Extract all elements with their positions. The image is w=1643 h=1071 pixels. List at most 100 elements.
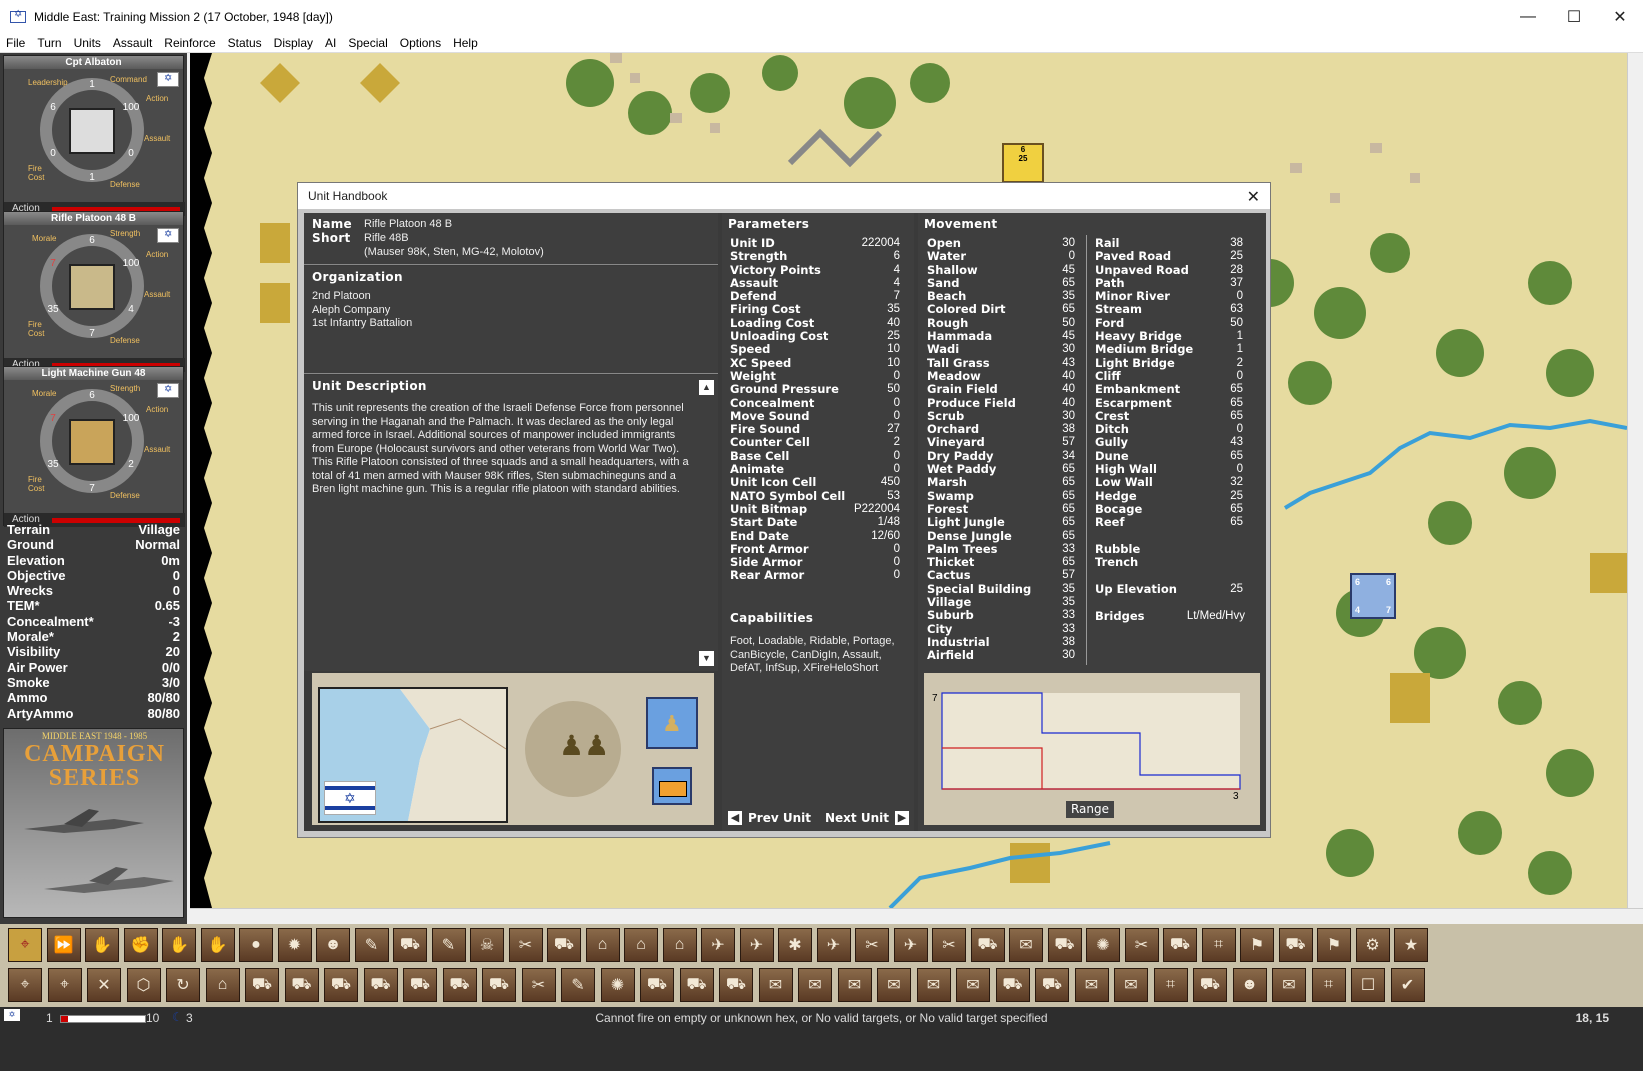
toolbar-command-icon[interactable]: ✺ [1086, 928, 1120, 962]
prev-unit-arrow-icon[interactable]: ◀ [728, 811, 742, 825]
toolbar-command-icon[interactable]: ⌂ [662, 928, 697, 962]
menu-help[interactable]: Help [447, 36, 484, 50]
scroll-up-button[interactable]: ▲ [699, 380, 714, 395]
toolbar-command-icon[interactable]: ✔ [1390, 968, 1425, 1002]
toolbar-command-icon[interactable]: ⛟ [363, 968, 398, 1002]
toolbar-command-icon[interactable]: ⌗ [1311, 968, 1346, 1002]
dialog-close-button[interactable]: ✕ [1247, 187, 1260, 207]
toolbar-command-icon[interactable]: ● [239, 928, 273, 962]
toolbar-command-icon[interactable]: ✎ [431, 928, 466, 962]
menu-reinforce[interactable]: Reinforce [158, 36, 221, 50]
menu-special[interactable]: Special [342, 36, 393, 50]
toolbar-command-icon[interactable]: ✉ [877, 968, 911, 1002]
toolbar-command-icon[interactable]: ⌖ [47, 968, 82, 1002]
toolbar-command-icon[interactable]: ⛟ [970, 928, 1005, 962]
menu-status[interactable]: Status [222, 36, 268, 50]
toolbar-command-icon[interactable]: ⛟ [442, 968, 477, 1002]
toolbar-command-icon[interactable]: ⚑ [1317, 928, 1351, 962]
maximize-button[interactable]: ☐ [1551, 0, 1597, 33]
toolbar-command-icon[interactable]: ⌗ [1153, 968, 1188, 1002]
toolbar-command-icon[interactable]: ✋ [85, 928, 119, 962]
toolbar-command-icon[interactable]: ⛟ [1047, 928, 1082, 962]
toolbar-command-icon[interactable]: ☐ [1351, 968, 1385, 1002]
toolbar-command-icon[interactable]: ⛟ [679, 968, 714, 1002]
toolbar-command-icon[interactable]: ✹ [277, 928, 312, 962]
toolbar-command-icon[interactable]: ☠ [470, 928, 504, 962]
toolbar-command-icon[interactable]: ⏩ [46, 928, 81, 962]
toolbar-command-icon[interactable]: ✉ [1272, 968, 1306, 1002]
toolbar-command-icon[interactable]: ⛟ [393, 928, 427, 962]
toolbar-command-icon[interactable]: ⌂ [624, 928, 658, 962]
unit-card-lmg[interactable]: Light Machine Gun 48 Morale Strength Act… [3, 366, 185, 527]
menu-turn[interactable]: Turn [31, 36, 67, 50]
toolbar-command-icon[interactable]: ⌂ [205, 968, 240, 1002]
toolbar-command-icon[interactable]: ⛟ [482, 968, 516, 1002]
toolbar-command-icon[interactable]: ⛟ [284, 968, 319, 1002]
toolbar-command-icon[interactable]: ✕ [87, 968, 121, 1002]
menu-file[interactable]: File [0, 36, 31, 50]
map-unit-counter[interactable]: 6 25 [1002, 143, 1044, 183]
toolbar-command-icon[interactable]: ⌂ [585, 928, 620, 962]
toolbar-command-icon[interactable]: ✂ [932, 928, 966, 962]
toolbar-command-icon[interactable]: ⛟ [1035, 968, 1069, 1002]
leader-card[interactable]: Cpt Albaton Leadership Command Action As… [3, 55, 185, 216]
toolbar-command-icon[interactable]: ✋ [162, 928, 196, 962]
toolbar-command-icon[interactable]: ✎ [354, 928, 389, 962]
toolbar-command-icon[interactable]: ✱ [778, 928, 812, 962]
toolbar-command-icon[interactable]: ✈ [701, 928, 735, 962]
nato-symbol-icon[interactable] [652, 767, 692, 805]
menu-ai[interactable]: AI [319, 36, 342, 50]
toolbar-command-icon[interactable]: ✺ [600, 968, 635, 1002]
range-button[interactable]: Range [1066, 801, 1114, 818]
menu-display[interactable]: Display [268, 36, 319, 50]
menu-units[interactable]: Units [68, 36, 107, 50]
toolbar-command-icon[interactable]: ✈ [739, 928, 774, 962]
toolbar-command-icon[interactable]: ⛟ [640, 968, 674, 1002]
toolbar-command-icon[interactable]: ✉ [916, 968, 951, 1002]
unit-counter-icon[interactable]: ♟ [646, 697, 698, 749]
toolbar-command-icon[interactable]: ⛟ [719, 968, 753, 1002]
toolbar-command-icon[interactable]: ⛟ [1193, 968, 1227, 1002]
toolbar-command-icon[interactable]: ⌖ [8, 928, 42, 962]
map-vertical-scrollbar[interactable] [1627, 53, 1643, 908]
toolbar-command-icon[interactable]: ✈ [816, 928, 851, 962]
toolbar-command-icon[interactable]: ⚑ [1240, 928, 1274, 962]
scroll-down-button[interactable]: ▼ [699, 651, 714, 666]
toolbar-command-icon[interactable]: ⛟ [245, 968, 279, 1002]
toolbar-command-icon[interactable]: ✉ [1009, 928, 1043, 962]
toolbar-command-icon[interactable]: ⛟ [324, 968, 358, 1002]
unit-card-rifle-platoon[interactable]: Rifle Platoon 48 B Morale Strength Actio… [3, 211, 185, 372]
toolbar-command-icon[interactable]: ★ [1394, 928, 1428, 962]
toolbar-command-icon[interactable]: ☻ [316, 928, 350, 962]
toolbar-command-icon[interactable]: ✊ [123, 928, 158, 962]
close-button[interactable]: ✕ [1597, 0, 1643, 33]
toolbar-command-icon[interactable]: ✂ [521, 968, 556, 1002]
toolbar-command-icon[interactable]: ✎ [561, 968, 595, 1002]
toolbar-command-icon[interactable]: ⚙ [1355, 928, 1390, 962]
toolbar-command-icon[interactable]: ✉ [758, 968, 793, 1002]
map-friendly-unit-counter[interactable]: 6 6 4 7 [1350, 573, 1396, 619]
toolbar-command-icon[interactable]: ⛟ [995, 968, 1030, 1002]
toolbar-command-icon[interactable]: ✂ [855, 928, 889, 962]
toolbar-command-icon[interactable]: ✂ [1124, 928, 1159, 962]
minimize-button[interactable]: — [1505, 0, 1551, 33]
toolbar-command-icon[interactable]: ✉ [1074, 968, 1109, 1002]
toolbar-command-icon[interactable]: ✂ [508, 928, 543, 962]
toolbar-command-icon[interactable]: ✉ [798, 968, 832, 1002]
menu-assault[interactable]: Assault [107, 36, 158, 50]
toolbar-command-icon[interactable]: ✈ [893, 928, 928, 962]
toolbar-command-icon[interactable]: ↻ [166, 968, 200, 1002]
next-unit-button[interactable]: Next Unit [825, 811, 889, 825]
toolbar-command-icon[interactable]: ⌗ [1201, 928, 1236, 962]
toolbar-command-icon[interactable]: ⬡ [126, 968, 161, 1002]
toolbar-command-icon[interactable]: ⛟ [403, 968, 437, 1002]
toolbar-command-icon[interactable]: ⌖ [8, 968, 42, 1002]
map-horizontal-scrollbar[interactable] [190, 908, 1643, 924]
toolbar-command-icon[interactable]: ⛟ [1278, 928, 1313, 962]
toolbar-command-icon[interactable]: ✉ [837, 968, 872, 1002]
toolbar-command-icon[interactable]: ✋ [200, 928, 235, 962]
toolbar-command-icon[interactable]: ✉ [956, 968, 990, 1002]
toolbar-command-icon[interactable]: ✉ [1114, 968, 1148, 1002]
next-unit-arrow-icon[interactable]: ▶ [894, 811, 909, 825]
prev-unit-button[interactable]: Prev Unit [748, 811, 811, 825]
